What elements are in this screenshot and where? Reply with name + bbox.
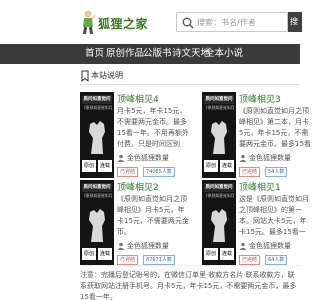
author-row: 金色狐狸数量 (239, 241, 319, 251)
raised-fist-icon (211, 209, 227, 242)
section-header: 本站说明 (80, 68, 300, 84)
book-meta: 已完结 54人数 (239, 167, 319, 177)
cover-badge-serial: 连载 (98, 248, 112, 260)
cover-title: 质问如直觉问 (204, 183, 234, 192)
footer-note: 注意：完播后登记账号的，在微信订单里·收款方名片·联系收款方，联系获取网站注册手… (80, 271, 297, 300)
user-icon (239, 242, 247, 250)
book-author[interactable]: 金色狐狸数量 (127, 241, 169, 251)
cover-badge-original: 原创 (82, 248, 96, 260)
nav-item-complete-novels[interactable]: 全本小说 (205, 44, 243, 64)
nav-item-original[interactable]: 原创作品 (106, 44, 144, 64)
status-badge: 已完结 (117, 255, 139, 265)
book-author[interactable]: 金色狐狸数量 (249, 241, 291, 251)
book-meta: 已完结 64人数 (239, 255, 319, 265)
book-title[interactable]: 顶峰相见1 (239, 180, 281, 193)
word-count-badge: 54人数 (265, 167, 288, 177)
book-title[interactable]: 顶峰相见4 (117, 92, 159, 105)
book-author[interactable]: 金色狐狸数量 (127, 153, 169, 163)
cover-badge-serial: 连载 (220, 160, 234, 172)
nav-item-home[interactable]: 首页 (85, 44, 104, 64)
book-description: 《原则如直觉如月之顶峰相见》第二本，月卡5元，年卡15元，不需要两元金币。最多1… (239, 107, 311, 148)
book-description: 这是《原则如直觉如月之顶峰相见》的第一本。网站大卡5元，年卡15元。最多15看一… (239, 195, 309, 236)
book-cover[interactable]: 质问如直觉问 《原则如直觉如月之顶峰翻》 原创 连载 (202, 92, 236, 178)
book-cover[interactable]: 质问如直觉问 《原则如直觉如月之顶峰翻》 原创 连载 (80, 92, 114, 178)
status-badge: 已完结 (117, 167, 139, 177)
user-icon (117, 242, 125, 250)
book-card[interactable]: 质问如直觉问 《原则如直觉如月之顶峰翻》 原创 连载 顶峰相见3 《原则如直觉如… (202, 92, 312, 178)
book-cover[interactable]: 质问如直觉问 《原则如直觉如月之顶峰翻》 原创 连载 (80, 180, 114, 266)
book-meta: 已完结 87671人数 (117, 255, 197, 265)
cover-subtitle: 《原则如直觉如月之顶峰翻》 (82, 105, 112, 110)
word-count-badge: 87671人数 (143, 255, 175, 265)
book-description: 月卡5元，年卡15元，不需要两元金币。最多15看一年。不用再额外付费，只是时间区… (117, 107, 189, 148)
book-title[interactable]: 顶峰相见2 (117, 180, 159, 193)
site-logo[interactable]: 狐狸之家 (80, 9, 160, 37)
book-meta: 已完结 74065人数 (117, 167, 197, 177)
bookmark-icon (81, 70, 89, 82)
footer-divider (80, 265, 300, 266)
cover-subtitle: 《原则如直觉如月之顶峰翻》 (82, 193, 112, 198)
book-description: 《原则如直觉如月之顶峰相见》月卡5元，年卡15元，不需要两元金币。 (117, 195, 189, 236)
site-header: 狐狸之家 搜 (0, 0, 302, 44)
word-count-badge: 74065人数 (143, 167, 175, 177)
cover-badge-serial: 连载 (220, 248, 234, 260)
cover-badge-serial: 连载 (98, 160, 112, 172)
user-icon (239, 154, 247, 162)
fox-mascot-icon (83, 10, 96, 34)
cover-title: 质问如直觉问 (82, 183, 112, 192)
nav-item-public-domain[interactable]: 公版书 (143, 44, 172, 64)
book-cover[interactable]: 质问如直觉问 《原则如直觉如月之顶峰翻》 原创 连载 (202, 180, 236, 266)
search-icon (182, 17, 194, 29)
author-row: 金色狐狸数量 (117, 241, 197, 251)
raised-fist-icon (89, 209, 105, 242)
status-badge: 已完结 (239, 255, 261, 265)
main-nav: 首页 原创作品 公版书 诗文天地 全本小说 (0, 44, 300, 64)
author-row: 金色狐狸数量 (117, 153, 197, 163)
search-button[interactable]: 搜 (288, 12, 302, 32)
book-card[interactable]: 质问如直觉问 《原则如直觉如月之顶峰翻》 原创 连载 顶峰相见1 这是《原则如直… (202, 180, 312, 266)
book-card[interactable]: 质问如直觉问 《原则如直觉如月之顶峰翻》 原创 连载 顶峰相见2 《原则如直觉如… (80, 180, 190, 266)
book-card[interactable]: 质问如直觉问 《原则如直觉如月之顶峰翻》 原创 连载 顶峰相见4 月卡5元，年卡… (80, 92, 190, 178)
cover-subtitle: 《原则如直觉如月之顶峰翻》 (204, 105, 234, 110)
status-badge: 已完结 (239, 167, 261, 177)
cover-subtitle: 《原则如直觉如月之顶峰翻》 (204, 193, 234, 198)
word-count-badge: 64人数 (265, 255, 288, 265)
cover-badge-original: 原创 (204, 248, 218, 260)
raised-fist-icon (89, 121, 105, 154)
search-input[interactable] (197, 14, 281, 30)
site-name: 狐狸之家 (98, 17, 149, 31)
book-author[interactable]: 金色狐狸数量 (249, 153, 291, 163)
section-title: 本站说明 (91, 71, 123, 80)
section-divider (80, 84, 300, 85)
cover-badge-original: 原创 (204, 160, 218, 172)
book-title[interactable]: 顶峰相见3 (239, 92, 281, 105)
author-row: 金色狐狸数量 (239, 153, 319, 163)
cover-badge-original: 原创 (82, 160, 96, 172)
user-icon (117, 154, 125, 162)
raised-fist-icon (211, 121, 227, 154)
cover-title: 质问如直觉问 (204, 95, 234, 104)
search-box (176, 12, 288, 32)
cover-title: 质问如直觉问 (82, 95, 112, 104)
